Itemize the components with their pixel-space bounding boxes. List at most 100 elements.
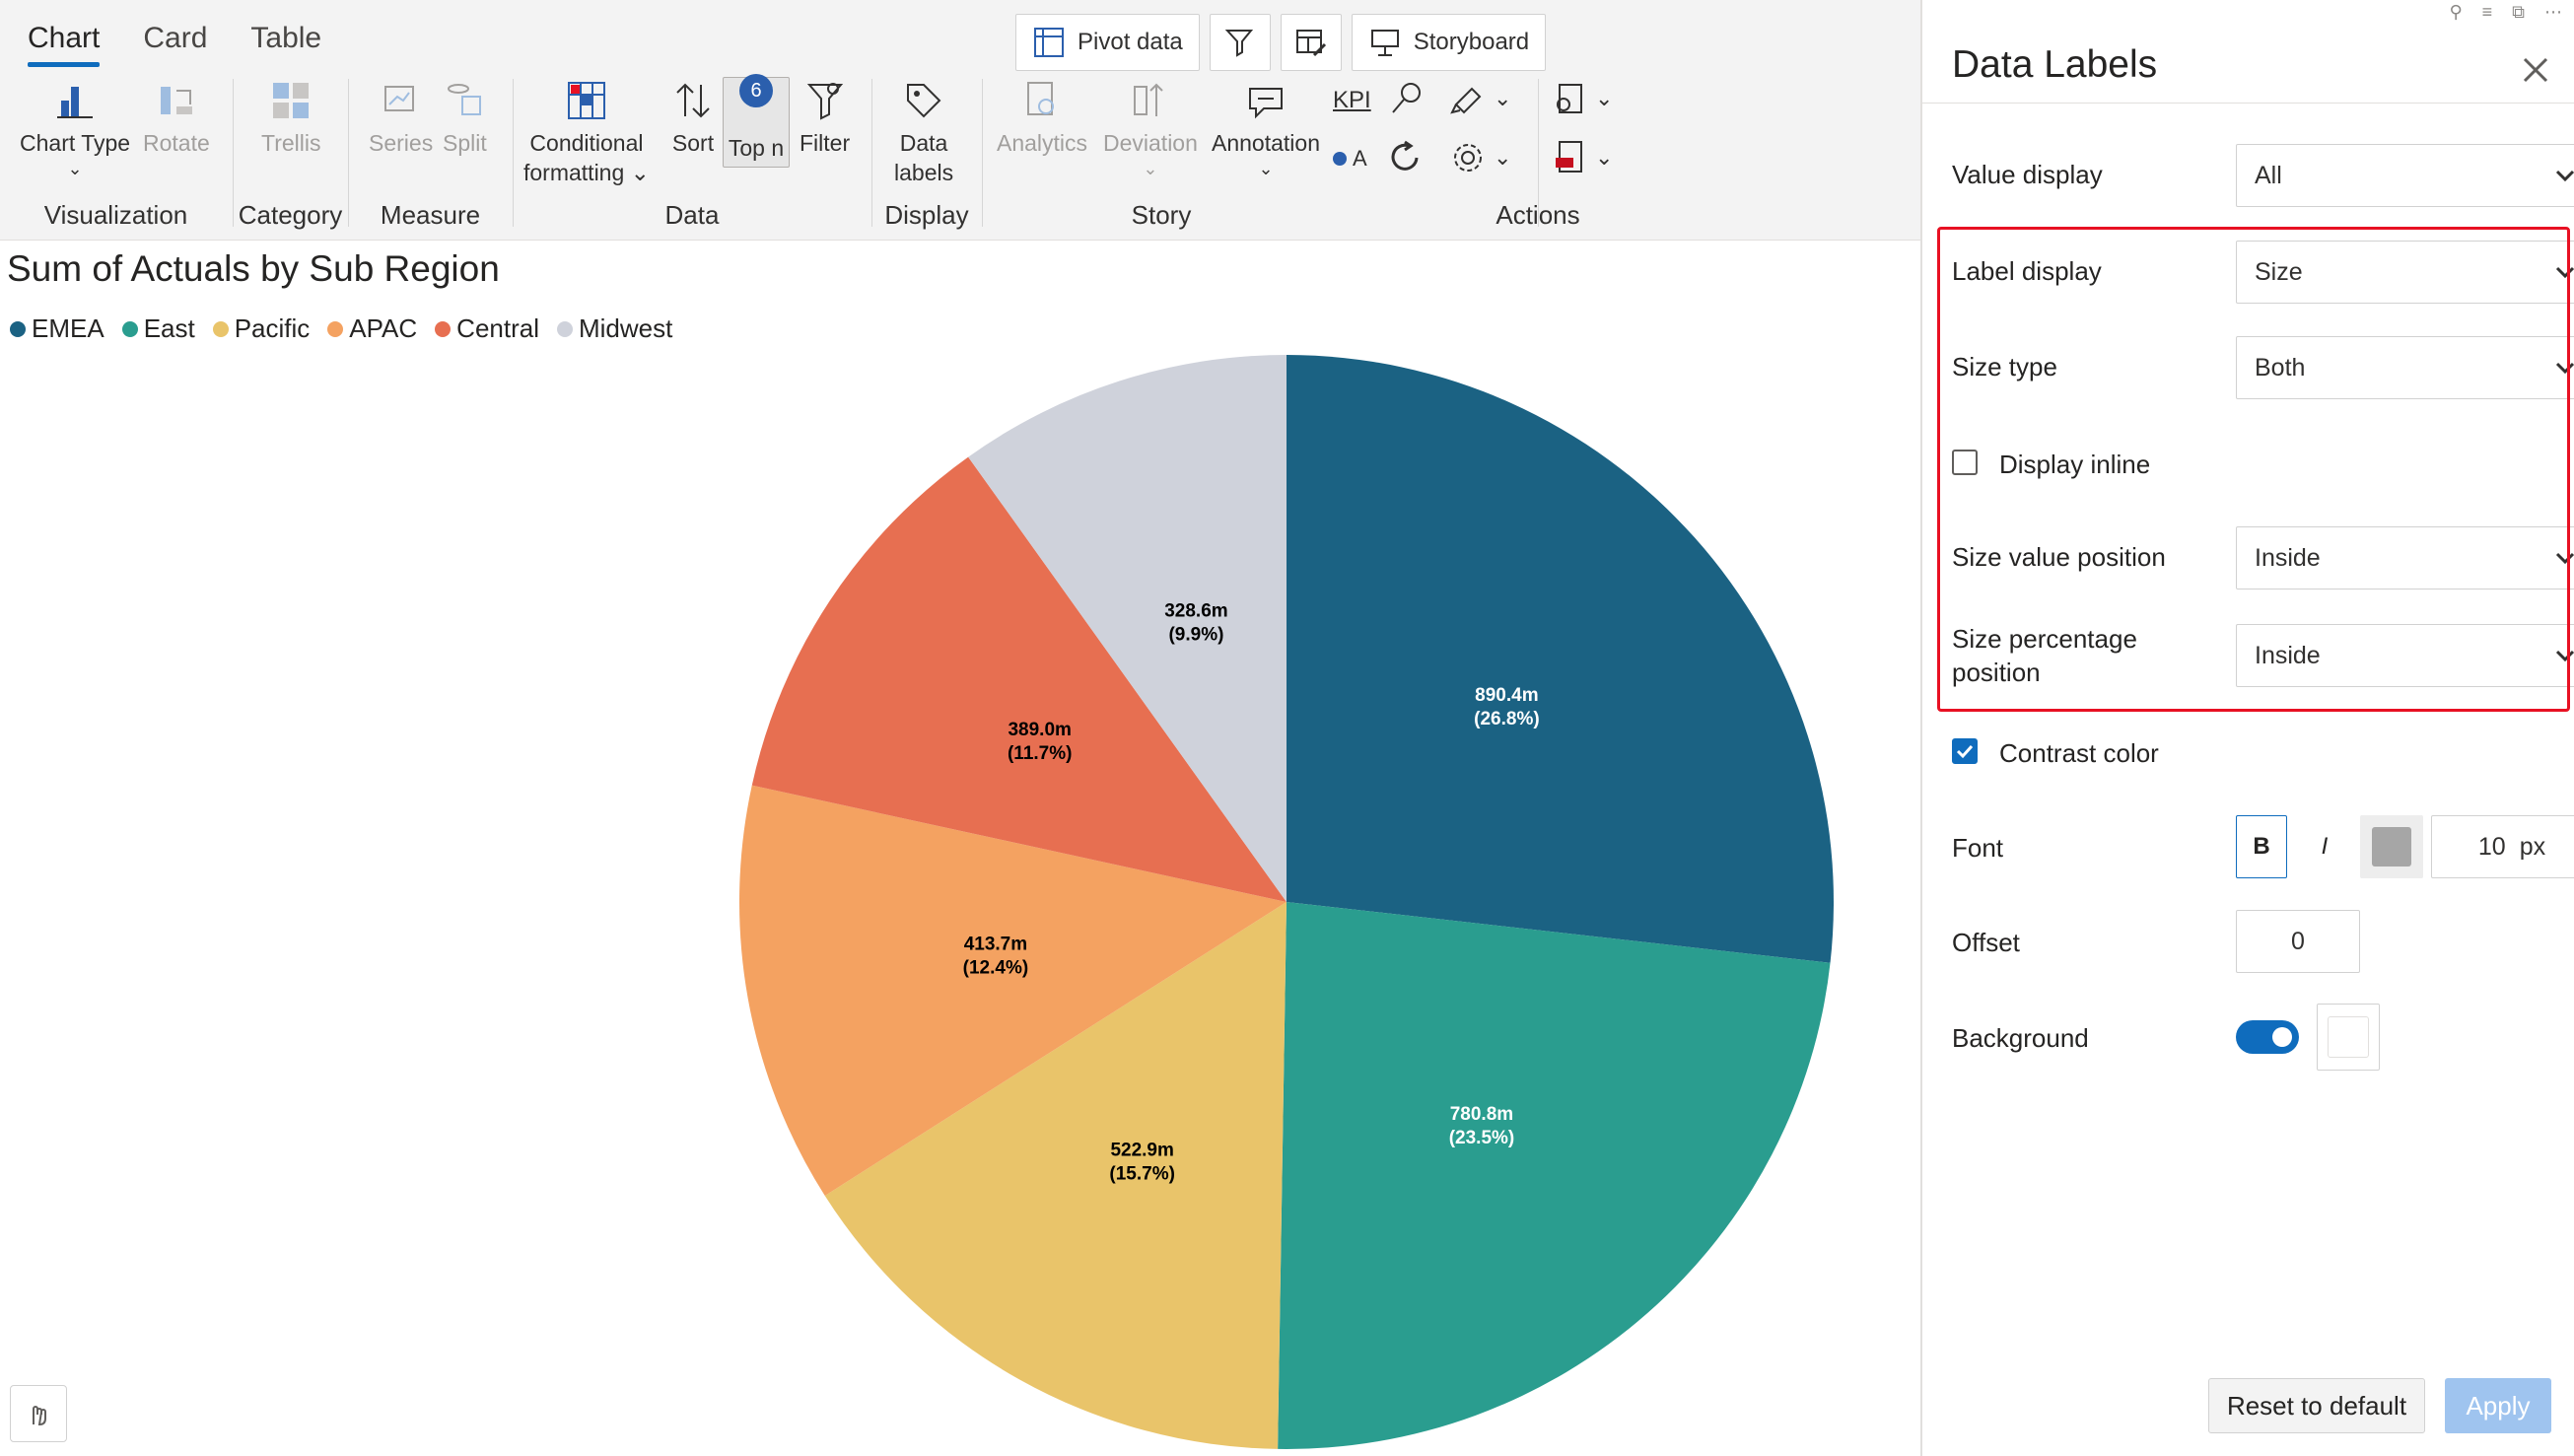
export-settings-button[interactable]: ⌄	[1550, 79, 1613, 118]
expand-icon[interactable]: ⧉	[2512, 2, 2525, 23]
panel-toolbar: ⚲ ≡ ⧉ ⋯	[2449, 2, 2562, 23]
series-icon	[383, 86, 414, 111]
legend-dot	[212, 320, 229, 337]
sort-button[interactable]: Sort	[671, 79, 715, 158]
value-display-dropdown[interactable]: All	[2236, 144, 2574, 207]
reset-to-default-button[interactable]: Reset to default	[2208, 1378, 2425, 1433]
legend-item[interactable]: APAC	[327, 313, 417, 344]
slice-value-label: 890.4m	[1475, 685, 1538, 706]
top-n-active-box: 6 Top n	[723, 74, 790, 168]
legend-label: Midwest	[579, 313, 673, 343]
series-button[interactable]: Series	[369, 79, 433, 158]
size-percentage-position-dropdown[interactable]: Inside	[2236, 624, 2574, 687]
export-settings-icon	[1557, 84, 1582, 113]
data-labels-button[interactable]: Data labels	[894, 79, 953, 187]
legend-item[interactable]: Central	[435, 313, 539, 344]
paint-button[interactable]: ⌄	[1448, 79, 1511, 118]
pie-slice[interactable]	[1287, 355, 1834, 963]
size-percentage-position-value: Inside	[2255, 641, 2321, 669]
background-row: Background	[1952, 1004, 2563, 1071]
filter-settings-button[interactable]	[1209, 14, 1271, 71]
tab-chart[interactable]: Chart	[20, 18, 107, 67]
data-labels-line2: labels	[894, 160, 954, 185]
kpi-button[interactable]: KPI	[1333, 87, 1371, 114]
annotation-label: Annotation	[1212, 130, 1320, 156]
storyboard-button[interactable]: Storyboard	[1351, 14, 1547, 71]
top-n-label: Top n	[728, 135, 785, 161]
contrast-color-row: Contrast color	[1952, 734, 2563, 774]
paintbrush-icon	[1450, 87, 1482, 114]
slice-value-label: 780.8m	[1450, 1104, 1513, 1125]
background-label: Background	[1952, 1023, 2089, 1053]
analytics-button[interactable]: Analytics	[997, 79, 1087, 158]
font-color-button[interactable]	[2360, 815, 2423, 878]
tab-card[interactable]: Card	[135, 18, 215, 67]
chart-type-button[interactable]: Chart Type ⌄	[20, 79, 130, 177]
annotation-button[interactable]: Annotation ⌄	[1212, 79, 1320, 177]
close-icon[interactable]	[2519, 53, 2552, 87]
split-button[interactable]: Split	[443, 79, 487, 158]
offset-input[interactable]: 0	[2236, 910, 2360, 973]
label-display-dropdown[interactable]: Size	[2236, 241, 2574, 304]
reset-view-button[interactable]	[1387, 138, 1426, 177]
settings-button[interactable]: ⌄	[1448, 138, 1511, 177]
slice-value-label: 413.7m	[964, 934, 1027, 954]
legend-item[interactable]: Midwest	[557, 313, 672, 344]
chevron-down-icon	[2555, 552, 2574, 565]
size-type-dropdown[interactable]: Both	[2236, 336, 2574, 399]
size-value-position-dropdown[interactable]: Inside	[2236, 526, 2574, 589]
series-label: Series	[369, 130, 434, 156]
top-n-button[interactable]: 6 Top n	[723, 74, 790, 168]
trellis-button[interactable]: Trellis	[261, 79, 320, 158]
legend-item[interactable]: Pacific	[212, 313, 310, 344]
background-toggle[interactable]	[2236, 1020, 2299, 1054]
pie-slice[interactable]	[1278, 902, 1831, 1449]
legend-item[interactable]: East	[121, 313, 195, 344]
filter-button[interactable]: Filter	[800, 79, 850, 158]
background-color-button[interactable]	[2317, 1004, 2380, 1071]
rotate-label: Rotate	[143, 130, 210, 156]
rotate-button[interactable]: Rotate	[143, 79, 210, 158]
more-icon[interactable]: ⋯	[2544, 2, 2562, 23]
story-group-label: Story	[1131, 200, 1192, 230]
font-size-input[interactable]: 10 px	[2431, 815, 2574, 878]
chevron-down-icon: ⌄	[67, 159, 83, 178]
legend-toggle-button[interactable]: A	[1333, 146, 1367, 172]
pin-icon[interactable]: ⚲	[2449, 2, 2462, 23]
font-bold-button[interactable]: B	[2236, 815, 2287, 878]
pivot-data-button[interactable]: Pivot data	[1015, 14, 1200, 71]
contrast-color-label: Contrast color	[1999, 738, 2159, 768]
font-label: Font	[1952, 833, 2004, 863]
apply-button[interactable]: Apply	[2445, 1378, 2551, 1433]
conditional-formatting-button[interactable]: Conditional formatting ⌄	[523, 79, 650, 187]
filter-lines-icon[interactable]: ≡	[2482, 2, 2493, 23]
legend-item[interactable]: EMEA	[10, 313, 104, 344]
label-display-value: Size	[2255, 257, 2303, 286]
measure-group-label: Measure	[380, 200, 481, 230]
chevron-down-icon: ⌄	[1258, 159, 1274, 178]
deviation-button[interactable]: Deviation ⌄	[1103, 79, 1198, 177]
deviation-label: Deviation	[1103, 130, 1198, 156]
size-type-value: Both	[2255, 353, 2306, 381]
main-area: Chart Card Table Pivot data Storyboard C…	[0, 0, 1920, 1456]
trellis-icon	[273, 83, 310, 118]
display-group: Data labels Display	[872, 69, 981, 237]
analytics-icon	[1027, 82, 1055, 115]
legend-label: EMEA	[32, 313, 104, 343]
font-italic-button[interactable]: I	[2299, 815, 2350, 878]
display-inline-checkbox[interactable]	[1952, 450, 1978, 475]
group-divider	[1538, 79, 1539, 227]
contrast-color-checkbox[interactable]	[1952, 738, 1978, 764]
pivot-table-icon	[1034, 28, 1064, 57]
pointer-tool-button[interactable]	[10, 1385, 67, 1442]
split-label: Split	[443, 130, 487, 156]
category-group: Trellis Category	[234, 69, 347, 237]
export-pdf-button[interactable]: ⌄	[1550, 138, 1613, 177]
data-group-label: Data	[664, 200, 720, 230]
search-button[interactable]	[1387, 79, 1426, 118]
edit-table-button[interactable]	[1280, 14, 1342, 71]
legend-dot	[327, 320, 344, 337]
sort-label: Sort	[671, 130, 715, 156]
tab-table[interactable]: Table	[243, 18, 329, 67]
conditional-formatting-icon	[567, 82, 605, 119]
